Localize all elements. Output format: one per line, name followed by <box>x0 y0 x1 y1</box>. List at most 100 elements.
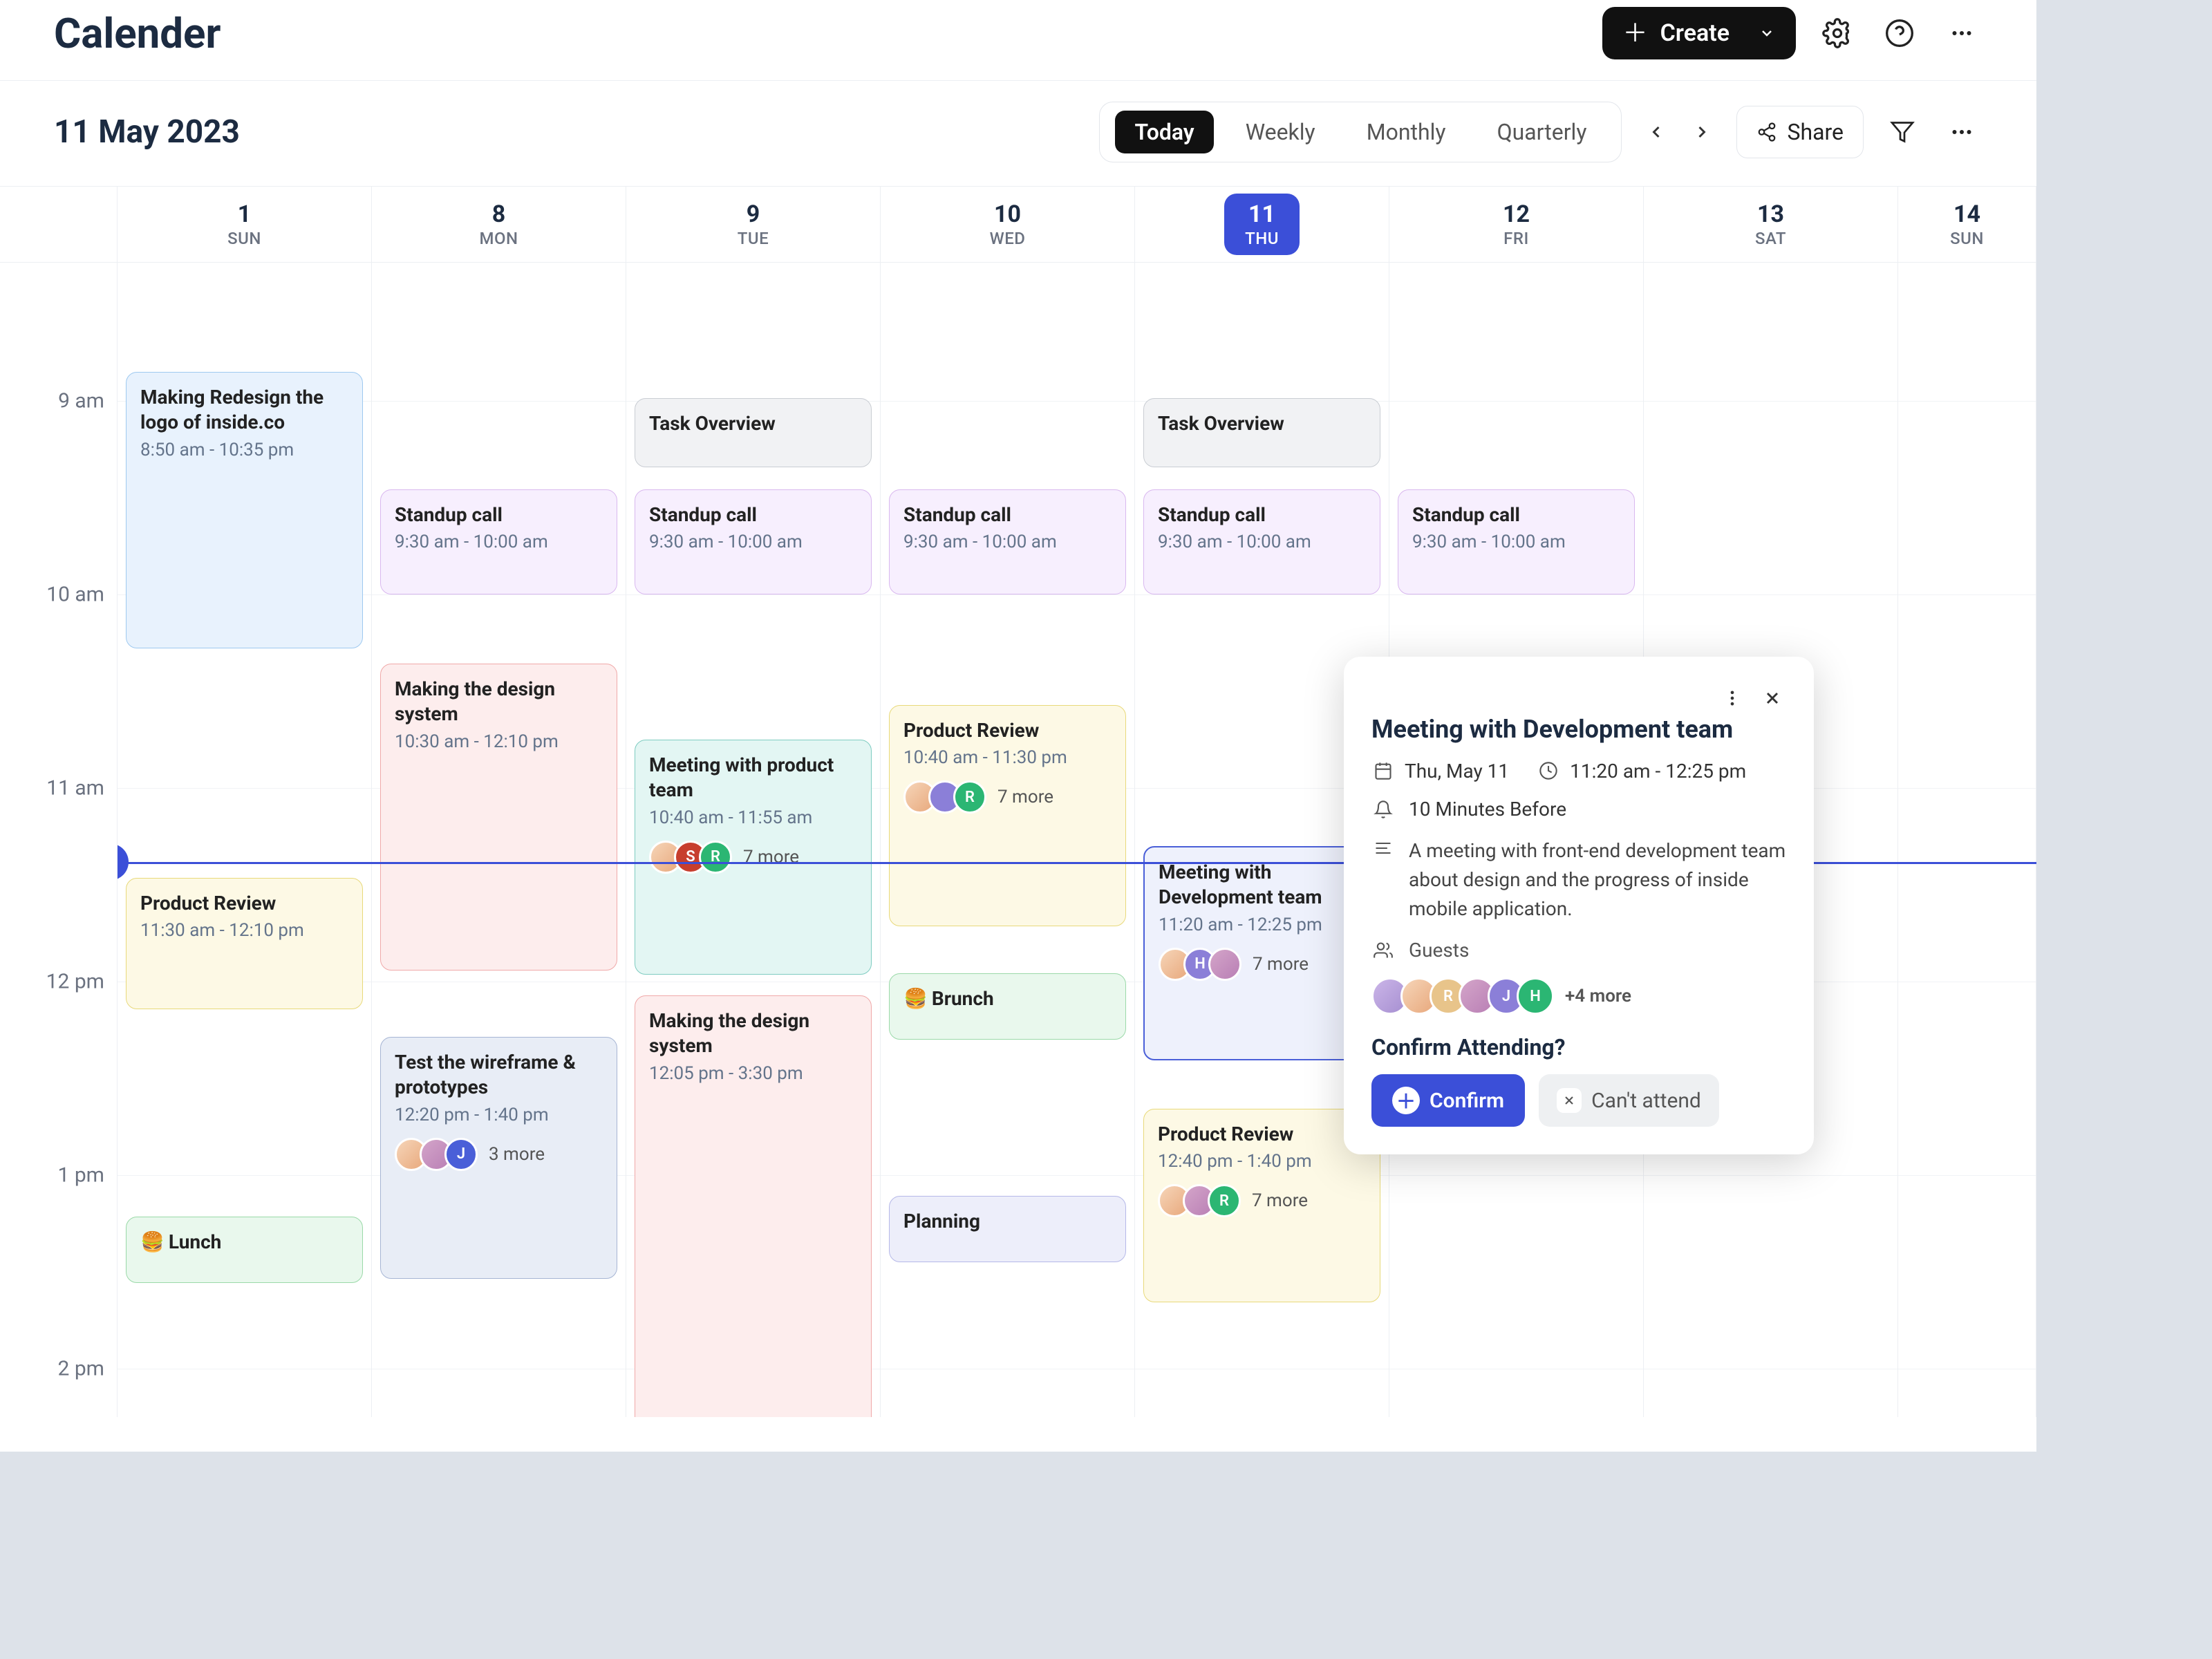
day-header[interactable]: 12FRI <box>1389 187 1643 263</box>
event-time: 12:05 pm - 3:30 pm <box>649 1063 857 1084</box>
guests-more: +4 more <box>1565 986 1631 1006</box>
close-icon <box>1557 1088 1582 1113</box>
day-column-sun-next: 14SUN <box>1898 187 2036 1417</box>
event-time: 10:40 am - 11:55 am <box>649 807 857 828</box>
view-today[interactable]: Today <box>1115 111 1213 153</box>
day-name: MON <box>479 229 518 248</box>
nav-arrows <box>1640 115 1718 149</box>
event-brunch[interactable]: 🍔Brunch <box>889 973 1126 1040</box>
clock-icon <box>1537 759 1560 782</box>
page-header: Calender ＋ Create <box>0 0 2036 81</box>
create-button[interactable]: ＋ Create <box>1602 7 1796 59</box>
popover-close-button[interactable] <box>1759 684 1786 712</box>
time-label: 1 pm <box>58 1163 104 1188</box>
header-actions: ＋ Create <box>1602 7 1983 59</box>
event-avatars: S R 7 more <box>649 841 857 874</box>
confirm-label: Confirm <box>1430 1089 1504 1113</box>
event-popover: Meeting with Development team Thu, May 1… <box>1344 657 1814 1154</box>
popover-guests-label: Guests <box>1409 939 1469 962</box>
day-name: FRI <box>1503 229 1530 248</box>
time-label: 11 am <box>46 776 104 800</box>
popover-time: 11:20 am - 12:25 pm <box>1570 760 1746 782</box>
day-number: 14 <box>1950 200 1984 229</box>
day-header[interactable]: 1SUN <box>118 187 371 263</box>
event-product-review[interactable]: Product Review 11:30 am - 12:10 pm <box>126 878 363 1009</box>
event-design-system[interactable]: Making the design system 12:05 pm - 3:30… <box>635 995 872 1417</box>
event-time: 9:30 am - 10:00 am <box>395 532 603 552</box>
decline-button[interactable]: Can't attend <box>1539 1074 1719 1127</box>
event-title: Standup call <box>395 503 603 527</box>
prev-button[interactable] <box>1640 115 1673 149</box>
event-standup[interactable]: Standup call 9:30 am - 10:00 am <box>889 489 1126 594</box>
share-button[interactable]: Share <box>1736 106 1864 158</box>
more-options-button[interactable] <box>1941 111 1983 153</box>
event-time: 10:40 am - 11:30 pm <box>903 747 1112 768</box>
event-title: Brunch <box>932 987 994 1010</box>
event-planning[interactable]: Planning <box>889 1196 1126 1262</box>
day-column-wed: 10WED Standup call 9:30 am - 10:00 am Pr… <box>881 187 1135 1417</box>
day-header[interactable]: 10WED <box>881 187 1134 263</box>
event-time: 9:30 am - 10:00 am <box>1158 532 1366 552</box>
view-monthly[interactable]: Monthly <box>1347 111 1465 153</box>
day-header[interactable]: 14SUN <box>1898 187 2036 263</box>
popover-date: Thu, May 11 <box>1405 760 1509 782</box>
event-avatars: R 7 more <box>903 780 1112 814</box>
event-time: 8:50 am - 10:35 pm <box>140 440 348 460</box>
next-button[interactable] <box>1685 115 1718 149</box>
help-button[interactable] <box>1879 12 1920 54</box>
event-title: Product Review <box>140 891 348 916</box>
event-task-overview[interactable]: Task Overview <box>635 398 872 467</box>
event-time: 9:30 am - 10:00 am <box>649 532 857 552</box>
settings-button[interactable] <box>1817 12 1858 54</box>
time-label: 2 pm <box>58 1357 104 1381</box>
event-standup[interactable]: Standup call 9:30 am - 10:00 am <box>1143 489 1380 594</box>
day-number: 9 <box>738 200 769 229</box>
event-redesign-logo[interactable]: Making Redesign the logo of inside.co 8:… <box>126 372 363 648</box>
day-name: WED <box>990 229 1026 248</box>
event-lunch[interactable]: 🍔Lunch <box>126 1217 363 1283</box>
event-standup[interactable]: Standup call 9:30 am - 10:00 am <box>1398 489 1635 594</box>
day-header[interactable]: 13SAT <box>1644 187 1897 263</box>
time-column: 9 am 10 am 11 am 12 pm 1 pm 2 pm <box>0 187 118 1417</box>
day-name: TUE <box>738 229 769 248</box>
view-weekly[interactable]: Weekly <box>1226 111 1335 153</box>
event-time: 12:20 pm - 1:40 pm <box>395 1105 603 1125</box>
event-standup[interactable]: Standup call 9:30 am - 10:00 am <box>380 489 617 594</box>
event-title: Product Review <box>1158 1122 1366 1147</box>
filter-button[interactable] <box>1882 111 1923 153</box>
event-design-system[interactable]: Making the design system 10:30 am - 12:1… <box>380 664 617 971</box>
more-count: 7 more <box>743 847 799 868</box>
popover-description: A meeting with front-end development tea… <box>1409 836 1786 924</box>
view-switch: Today Weekly Monthly Quarterly <box>1099 102 1622 162</box>
day-number: 1 <box>227 200 261 229</box>
popover-more-button[interactable] <box>1718 684 1746 712</box>
event-product-review[interactable]: Product Review 10:40 am - 11:30 pm R 7 m… <box>889 705 1126 926</box>
more-button[interactable] <box>1941 12 1983 54</box>
create-label: Create <box>1660 19 1730 47</box>
day-header[interactable]: 8MON <box>372 187 626 263</box>
day-number: 11 <box>1245 200 1279 229</box>
event-standup[interactable]: Standup call 9:30 am - 10:00 am <box>635 489 872 594</box>
more-count: 3 more <box>489 1144 545 1165</box>
current-date: 11 May 2023 <box>54 113 240 151</box>
event-task-overview[interactable]: Task Overview <box>1143 398 1380 467</box>
event-title: Product Review <box>903 718 1112 743</box>
event-meeting-product[interactable]: Meeting with product team 10:40 am - 11:… <box>635 740 872 975</box>
event-test-wireframe[interactable]: Test the wireframe & prototypes 12:20 pm… <box>380 1037 617 1279</box>
event-title: Making Redesign the logo of inside.co <box>140 385 348 435</box>
more-count: 7 more <box>997 787 1053 807</box>
event-avatars: H 7 more <box>1159 948 1365 981</box>
event-title: Meeting with Development team <box>1159 860 1365 910</box>
event-avatars: R 7 more <box>1158 1184 1366 1217</box>
event-title: Lunch <box>169 1230 221 1253</box>
confirm-button[interactable]: ＋ Confirm <box>1371 1074 1525 1127</box>
day-header-today[interactable]: 11THU <box>1135 187 1389 263</box>
day-header[interactable]: 9TUE <box>626 187 880 263</box>
event-time: 12:40 pm - 1:40 pm <box>1158 1151 1366 1172</box>
date-bar: 11 May 2023 Today Weekly Monthly Quarter… <box>0 81 2036 187</box>
day-number: 13 <box>1755 200 1786 229</box>
view-quarterly[interactable]: Quarterly <box>1478 111 1606 153</box>
event-title: Meeting with product team <box>649 753 857 803</box>
calendar-grid: 9 am 10 am 11 am 12 pm 1 pm 2 pm 11:23 1… <box>0 187 2036 1417</box>
more-count: 7 more <box>1253 954 1309 975</box>
